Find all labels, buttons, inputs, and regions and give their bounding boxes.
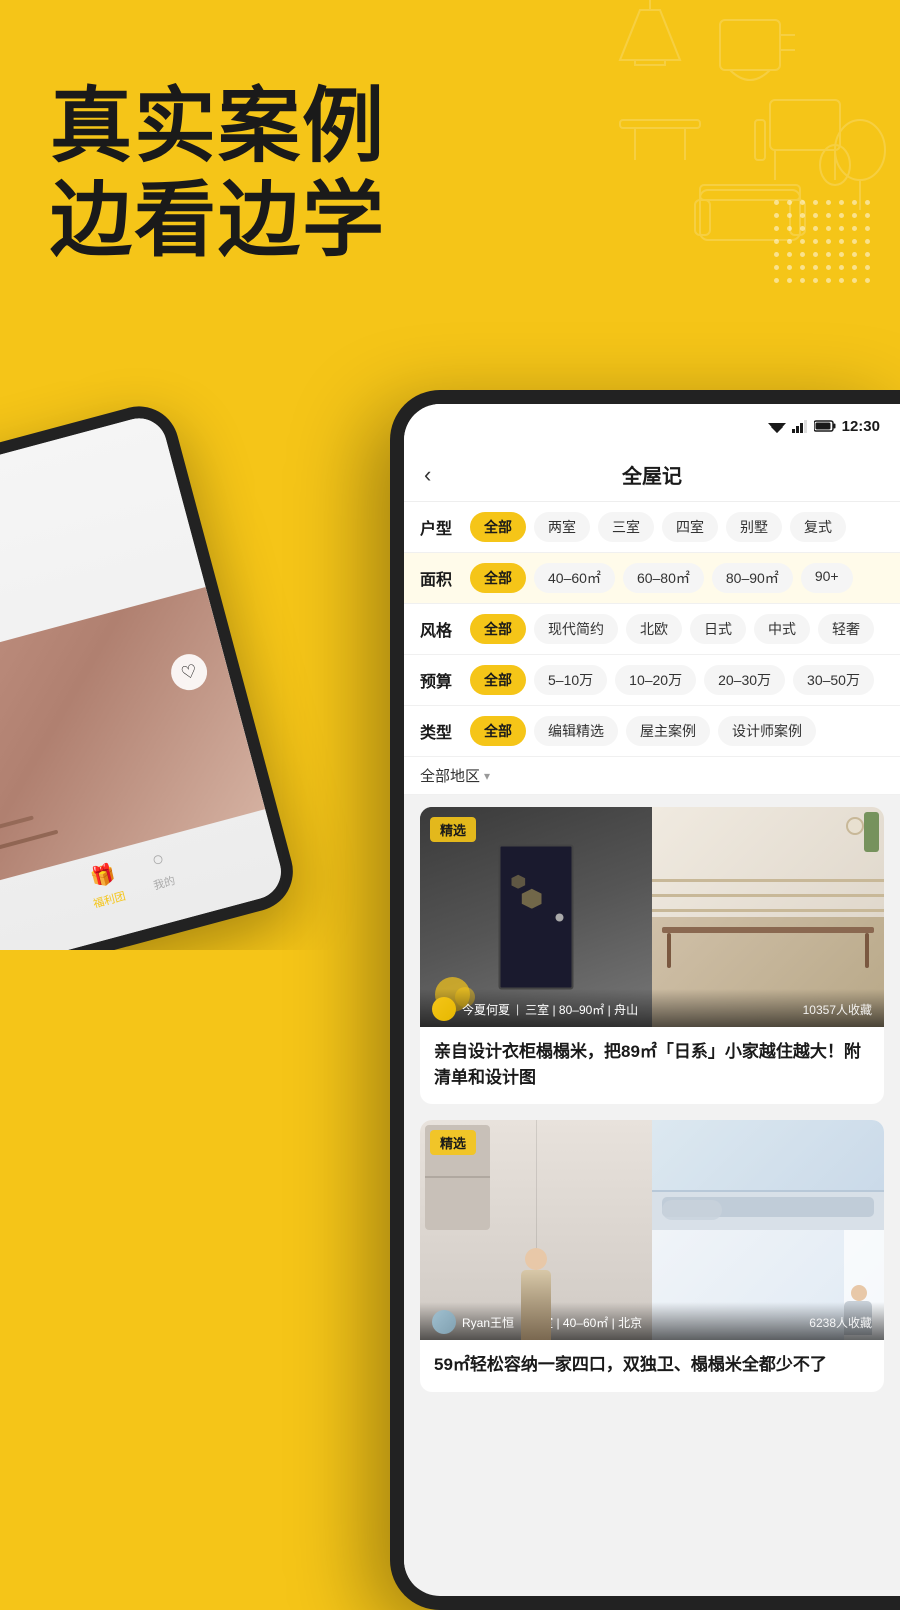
card-2-saves: 6238人收藏 [809,1314,872,1331]
filter-label-huxing: 户型 [420,515,460,539]
chip-leixing-editorial[interactable]: 编辑精选 [534,716,618,746]
chip-huxing-duplex[interactable]: 复式 [790,512,846,542]
chip-mianji-all[interactable]: 全部 [470,563,526,593]
chip-yusuan-10-20[interactable]: 10–20万 [615,665,696,695]
time-display: 12:30 [842,418,880,435]
card-2-author: Ryan王恒 [462,1314,514,1331]
chip-huxing-3[interactable]: 三室 [598,512,654,542]
chip-yusuan-all[interactable]: 全部 [470,665,526,695]
card-2-image: 精选 Ryan王恒 | 一室 | 40–60㎡ | 北京 6238人收藏 [420,1120,884,1340]
headline-line2: 边看边学 [50,174,386,268]
filter-row-leixing: 类型 全部 编辑精选 屋主案例 设计师案例 [404,706,900,757]
chip-huxing-2[interactable]: 两室 [534,512,590,542]
chip-fengge-nordic[interactable]: 北欧 [626,614,682,644]
chip-yusuan-20-30[interactable]: 20–30万 [704,665,785,695]
status-icons: 12:30 [768,418,880,435]
status-bar: 12:30 [404,404,900,448]
filter-chips-yusuan: 全部 5–10万 10–20万 20–30万 30–50万 [470,665,874,695]
card-1-title: 亲自设计衣柜榻榻米，把89㎡「日系」小家越住越大！附清单和设计图 [420,1027,884,1104]
chip-mianji-80-90[interactable]: 80–90㎡ [712,563,793,593]
filter-label-mianji: 面积 [420,566,460,590]
headline: 真实案例 边看边学 [50,80,386,269]
chip-fengge-light[interactable]: 轻奢 [818,614,874,644]
card-1[interactable]: 精选 今夏何夏 | 三室 | 80–90㎡ | 舟山 10357人收藏 亲自设计… [420,807,884,1104]
chip-fengge-japanese[interactable]: 日式 [690,614,746,644]
card-1-author: 今夏何夏 [462,1001,510,1018]
card-1-avatar [432,997,456,1021]
chip-leixing-owner[interactable]: 屋主案例 [626,716,710,746]
card-2-avatar [432,1310,456,1334]
filter-chips-huxing: 全部 两室 三室 四室 别墅 复式 [470,512,846,542]
chip-mianji-90plus[interactable]: 90+ [801,563,853,593]
chip-mianji-60-80[interactable]: 60–80㎡ [623,563,704,593]
chip-fengge-chinese[interactable]: 中式 [754,614,810,644]
filter-label-yusuan: 预算 [420,668,460,692]
battery-icon [814,420,836,432]
heart-icon: ♡ [167,650,211,694]
nav-bar: ‹ 全屋记 [404,448,900,502]
chip-huxing-4[interactable]: 四室 [662,512,718,542]
card-1-meta-info: 三室 | 80–90㎡ | 舟山 [525,1001,638,1018]
card-1-badge: 精选 [430,817,476,842]
card-2-title: 59㎡轻松容纳一家四口，双独卫、榻榻米全都少不了 [420,1340,884,1392]
card-1-meta: 今夏何夏 | 三室 | 80–90㎡ | 舟山 10357人收藏 [420,989,884,1027]
card-1-image: 精选 今夏何夏 | 三室 | 80–90㎡ | 舟山 10357人收藏 [420,807,884,1027]
chip-fengge-modern[interactable]: 现代简约 [534,614,618,644]
region-row[interactable]: 全部地区 ▾ [404,757,900,795]
page-title: 全屋记 [622,460,682,489]
tab-fuliituan: 🎁 福利团 [84,860,128,912]
chip-leixing-designer[interactable]: 设计师案例 [718,716,816,746]
wifi-icon [768,419,786,433]
tab-mine: ○ 我的 [145,846,178,895]
chip-huxing-villa[interactable]: 别墅 [726,512,782,542]
filter-chips-fengge: 全部 现代简约 北欧 日式 中式 轻奢 [470,614,874,644]
filter-chips-leixing: 全部 编辑精选 屋主案例 设计师案例 [470,716,816,746]
card-2-badge: 精选 [430,1130,476,1155]
filter-row-mianji: 面积 全部 40–60㎡ 60–80㎡ 80–90㎡ 90+ [404,553,900,604]
card-1-meta-left: 今夏何夏 | 三室 | 80–90㎡ | 舟山 [432,997,638,1021]
card-1-saves: 10357人收藏 [803,1001,872,1018]
chip-fengge-all[interactable]: 全部 [470,614,526,644]
chip-leixing-all[interactable]: 全部 [470,716,526,746]
filter-label-fengge: 风格 [420,617,460,641]
chip-mianji-40-60[interactable]: 40–60㎡ [534,563,615,593]
phone-left-content: ♡ 🎁 福利团 ○ 我的 [0,412,287,950]
card-2[interactable]: 精选 Ryan王恒 | 一室 | 40–60㎡ | 北京 6238人收藏 59㎡… [420,1120,884,1392]
filter-row-yusuan: 预算 全部 5–10万 10–20万 20–30万 30–50万 [404,655,900,706]
signal-icon [792,419,808,433]
filter-section: 户型 全部 两室 三室 四室 别墅 复式 面积 全部 40–60㎡ 60–80㎡… [404,502,900,795]
content-list: 精选 今夏何夏 | 三室 | 80–90㎡ | 舟山 10357人收藏 亲自设计… [404,795,900,1587]
headline-line1: 真实案例 [50,80,386,174]
phone-mockup-main: 12:30 ‹ 全屋记 户型 全部 两室 三室 四室 别墅 复式 面积 全部 4… [390,390,900,1610]
filter-row-fengge: 风格 全部 现代简约 北欧 日式 中式 轻奢 [404,604,900,655]
filter-row-huxing: 户型 全部 两室 三室 四室 别墅 复式 [404,502,900,553]
region-arrow: ▾ [484,769,490,783]
dots-decoration: // Will be rendered via JS below [774,200,870,283]
phone-mockup-left: ♡ 🎁 福利团 ○ 我的 [0,397,302,950]
chip-yusuan-5-10[interactable]: 5–10万 [534,665,607,695]
chip-huxing-all[interactable]: 全部 [470,512,526,542]
filter-label-leixing: 类型 [420,719,460,743]
chip-yusuan-30plus[interactable]: 30–50万 [793,665,874,695]
region-label: 全部地区 [420,765,480,786]
filter-chips-mianji: 全部 40–60㎡ 60–80㎡ 80–90㎡ 90+ [470,563,853,593]
card-2-meta: Ryan王恒 | 一室 | 40–60㎡ | 北京 6238人收藏 [420,1302,884,1340]
card-1-info: | [516,1002,519,1016]
back-button[interactable]: ‹ [424,462,431,488]
